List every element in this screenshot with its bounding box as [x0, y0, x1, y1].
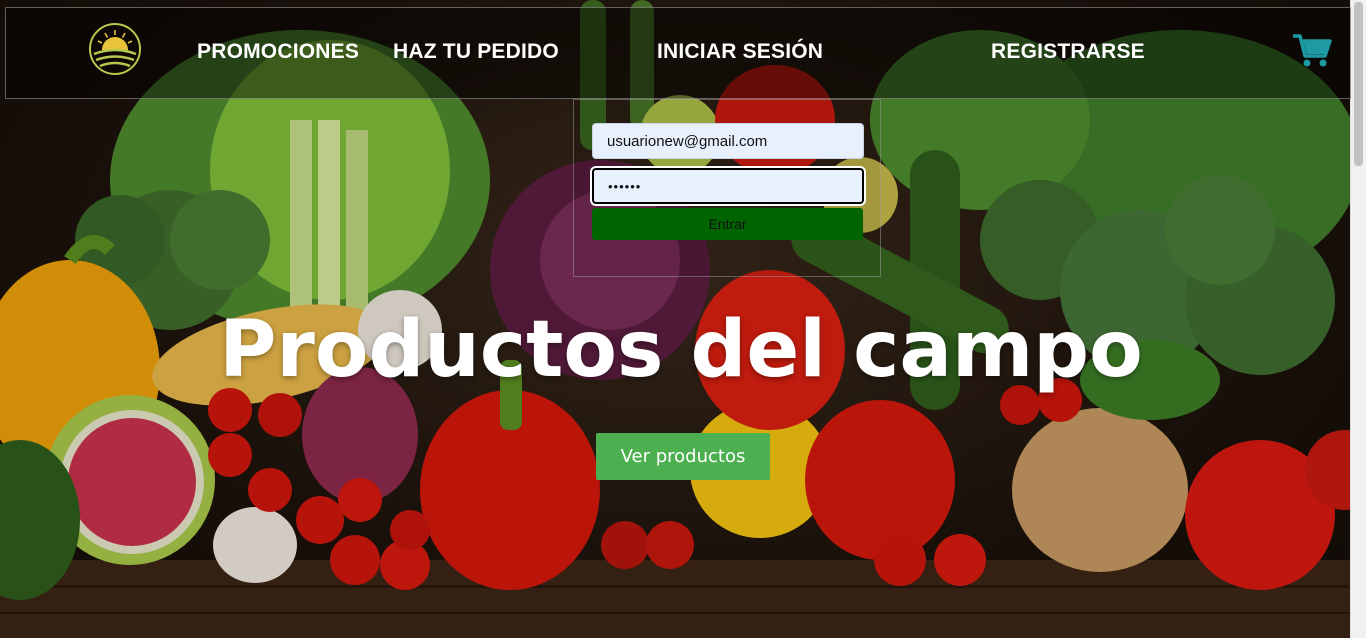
scrollbar-thumb[interactable] — [1354, 2, 1363, 166]
hero-title: Productos del campo — [0, 305, 1366, 395]
login-submit-button[interactable]: Entrar — [592, 208, 863, 240]
nav-link-registrarse[interactable]: REGISTRARSE — [991, 40, 1145, 64]
shopping-cart-icon[interactable] — [1292, 32, 1332, 70]
hero-title-text: Productos del campo — [219, 305, 1143, 395]
login-form: usuarionew@gmail.com •••••• Entrar — [573, 99, 881, 277]
password-field[interactable]: •••••• — [592, 168, 864, 204]
nav-link-iniciar-sesion[interactable]: INICIAR SESIÓN — [657, 40, 823, 64]
sunrise-fields-logo-icon[interactable] — [88, 22, 142, 76]
nav-link-haz-tu-pedido[interactable]: HAZ TU PEDIDO — [393, 40, 559, 64]
navbar: PROMOCIONES HAZ TU PEDIDO INICIAR SESIÓN… — [5, 7, 1351, 99]
nav-link-promociones[interactable]: PROMOCIONES — [197, 40, 359, 64]
view-products-button[interactable]: Ver productos — [596, 433, 770, 480]
email-field[interactable]: usuarionew@gmail.com — [592, 123, 864, 159]
